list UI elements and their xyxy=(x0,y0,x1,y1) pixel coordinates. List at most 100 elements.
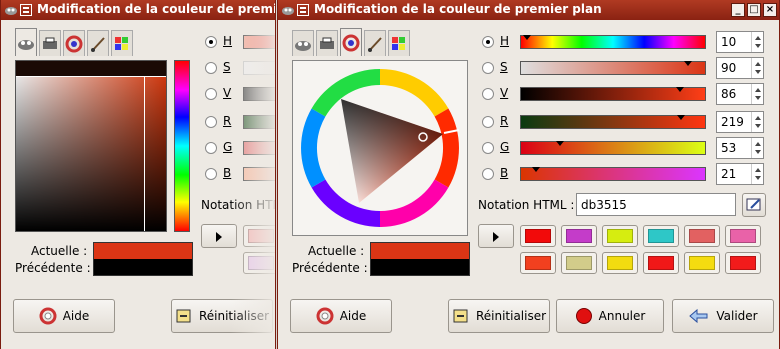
spin-b[interactable]: 21 xyxy=(716,163,764,185)
radio-g[interactable] xyxy=(205,142,217,154)
slider-b[interactable] xyxy=(243,167,275,181)
radio-r[interactable] xyxy=(482,116,494,128)
sv-triangle[interactable] xyxy=(341,99,443,203)
history-swatch[interactable] xyxy=(561,225,597,247)
html-notation-input[interactable]: db3515 xyxy=(576,193,736,216)
label-b: B xyxy=(500,166,509,180)
gimp-wilber-icon[interactable] xyxy=(4,3,18,17)
slider-h[interactable] xyxy=(243,35,275,49)
tab-cmyk-selector[interactable] xyxy=(39,30,61,56)
history-expand-button[interactable] xyxy=(478,224,514,248)
slider-g[interactable] xyxy=(520,141,706,155)
history-swatch[interactable] xyxy=(520,225,556,247)
tab-watercolor-selector[interactable] xyxy=(87,30,109,56)
brush-icon xyxy=(368,36,382,52)
ok-button[interactable]: Valider xyxy=(672,299,774,333)
slider-s[interactable] xyxy=(520,61,706,75)
history-swatch[interactable] xyxy=(520,252,556,274)
tab-gimp-selector[interactable] xyxy=(15,28,37,56)
tab-gimp-selector[interactable] xyxy=(292,30,314,56)
close-icon[interactable]: × xyxy=(763,3,777,17)
radio-s[interactable] xyxy=(482,62,494,74)
slider-g-marker[interactable] xyxy=(556,141,564,146)
gimp-wilber-icon[interactable] xyxy=(281,3,295,17)
slider-b[interactable] xyxy=(520,167,706,181)
label-g: G xyxy=(500,140,510,154)
label-v: V xyxy=(223,86,232,100)
radio-h[interactable] xyxy=(205,36,217,48)
window-title: Modification de la couleur de premier pl… xyxy=(314,2,602,16)
spin-s[interactable]: 90 xyxy=(716,57,764,79)
history-expand-button[interactable] xyxy=(201,224,237,248)
radio-h[interactable] xyxy=(482,36,494,48)
help-button[interactable]: Aide xyxy=(290,299,392,333)
slider-r[interactable] xyxy=(520,115,706,129)
current-previous-swatch xyxy=(370,242,470,276)
history-swatch[interactable] xyxy=(602,252,638,274)
history-swatch[interactable] xyxy=(602,225,638,247)
slider-v[interactable] xyxy=(243,87,275,101)
printer-icon xyxy=(43,37,57,49)
tab-wheel-selector[interactable] xyxy=(63,30,85,56)
slider-v-marker[interactable] xyxy=(676,87,684,92)
history-swatch[interactable] xyxy=(643,252,679,274)
radio-v[interactable] xyxy=(205,88,217,100)
tab-cmyk-selector[interactable] xyxy=(316,30,338,56)
window-menu-icon[interactable] xyxy=(297,4,309,16)
slider-h-marker[interactable] xyxy=(523,35,531,40)
spin-h[interactable]: 10 xyxy=(716,31,764,53)
radio-v[interactable] xyxy=(482,88,494,100)
gimp-wilber-icon xyxy=(295,40,311,51)
history-swatch[interactable] xyxy=(561,252,597,274)
history-swatch[interactable] xyxy=(725,252,761,274)
slider-b-marker[interactable] xyxy=(532,167,540,172)
history-swatch[interactable] xyxy=(643,225,679,247)
html-notation-label: Notation HTML xyxy=(201,198,275,212)
window-menu-icon[interactable] xyxy=(20,4,32,16)
help-button[interactable]: Aide xyxy=(13,299,115,333)
label-v: V xyxy=(500,86,509,100)
html-notation-label: Notation HTML : xyxy=(478,198,575,212)
spin-v[interactable]: 86 xyxy=(716,83,764,105)
history-swatch[interactable] xyxy=(725,225,761,247)
radio-r[interactable] xyxy=(205,116,217,128)
radio-g[interactable] xyxy=(482,142,494,154)
printer-icon xyxy=(320,37,334,49)
hsv-wheel[interactable] xyxy=(293,61,467,235)
value-r: 219 xyxy=(721,115,744,129)
history-swatch[interactable] xyxy=(243,252,275,274)
reset-button[interactable]: Réinitialiser xyxy=(171,299,273,333)
radio-b[interactable] xyxy=(482,168,494,180)
history-swatch[interactable] xyxy=(243,225,275,247)
slider-s-marker[interactable] xyxy=(684,61,692,66)
maximize-icon[interactable]: □ xyxy=(747,3,761,17)
slider-r-marker[interactable] xyxy=(677,115,685,120)
slider-h[interactable] xyxy=(520,35,706,49)
history-swatch[interactable] xyxy=(684,252,720,274)
radio-b[interactable] xyxy=(205,168,217,180)
slider-g[interactable] xyxy=(243,141,275,155)
help-label: Aide xyxy=(339,309,367,323)
tab-wheel-selector[interactable] xyxy=(340,28,362,56)
tab-palette-selector[interactable] xyxy=(388,30,410,56)
minimize-icon[interactable]: _ xyxy=(731,3,745,17)
tab-palette-selector[interactable] xyxy=(111,30,133,56)
eyedropper-button[interactable] xyxy=(742,193,766,217)
slider-v[interactable] xyxy=(520,87,706,101)
slider-r[interactable] xyxy=(243,115,275,129)
radio-s[interactable] xyxy=(205,62,217,74)
history-swatch[interactable] xyxy=(684,225,720,247)
cancel-button[interactable]: Annuler xyxy=(556,299,664,333)
label-r: R xyxy=(500,114,509,128)
label-b: B xyxy=(223,166,232,180)
slider-s[interactable] xyxy=(243,61,275,75)
tab-watercolor-selector[interactable] xyxy=(364,30,386,56)
value-g: 53 xyxy=(721,141,737,155)
label-s: S xyxy=(500,60,508,74)
color-wheel-icon xyxy=(342,34,360,51)
spin-r[interactable]: 219 xyxy=(716,111,764,133)
reset-button[interactable]: Réinitialiser xyxy=(448,299,550,333)
spin-g[interactable]: 53 xyxy=(716,137,764,159)
hue-strip[interactable] xyxy=(174,60,190,232)
title-bar: Modification de la couleur de premier pl… xyxy=(278,0,779,20)
